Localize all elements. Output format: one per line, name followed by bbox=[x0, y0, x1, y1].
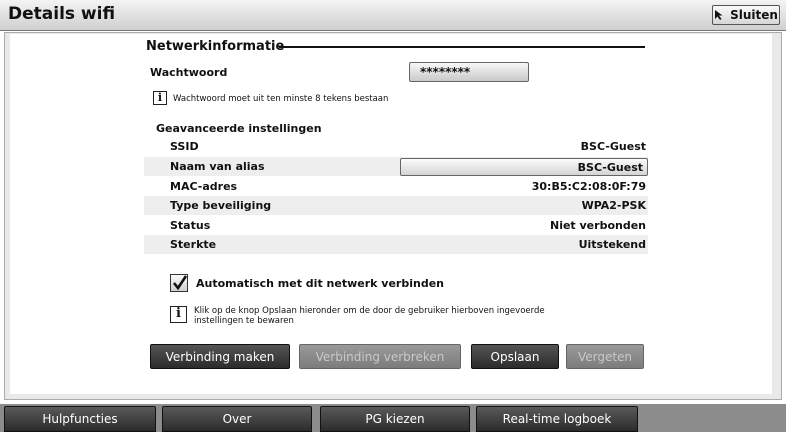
row-key: MAC-adres bbox=[170, 180, 238, 193]
save-note-line: instellingen te bewaren bbox=[194, 316, 294, 326]
row-key: SSID bbox=[170, 140, 199, 153]
save-note-line: Klik op de knop Opslaan hieronder om de … bbox=[194, 306, 545, 316]
tab-realtime-log[interactable]: Real-time logboek bbox=[476, 406, 638, 432]
row-value: Uitstekend bbox=[578, 238, 646, 251]
title-bar: Details wifi Sluiten bbox=[0, 0, 786, 31]
info-icon: i bbox=[170, 306, 187, 323]
tab-pg-select[interactable]: PG kiezen bbox=[320, 406, 470, 432]
tab-about[interactable]: Over bbox=[162, 406, 312, 432]
password-label: Wachtwoord bbox=[150, 66, 228, 79]
close-button[interactable]: Sluiten bbox=[712, 5, 780, 25]
row-value: Niet verbonden bbox=[549, 219, 646, 232]
auto-connect-checkbox[interactable] bbox=[170, 274, 188, 292]
detail-row-ssid: SSID BSC-Guest bbox=[144, 137, 648, 156]
network-info-heading: Netwerkinformatie bbox=[146, 39, 285, 54]
row-value: 30:B5:C2:08:0F:79 bbox=[531, 180, 646, 193]
disconnect-button[interactable]: Verbinding verbreken bbox=[299, 344, 461, 369]
row-key: Sterkte bbox=[170, 238, 217, 251]
alias-name-field[interactable]: BSC-Guest bbox=[400, 158, 648, 176]
password-field[interactable]: ******** bbox=[409, 62, 529, 82]
close-button-label: Sluiten bbox=[730, 8, 778, 22]
forget-button[interactable]: Vergeten bbox=[566, 344, 644, 369]
info-icon: i bbox=[153, 91, 167, 105]
row-key: Status bbox=[170, 219, 211, 232]
detail-row-status: Status Niet verbonden bbox=[144, 216, 648, 235]
checkmark-icon bbox=[172, 275, 188, 291]
row-value: WPA2-PSK bbox=[581, 199, 646, 212]
detail-row-strength: Sterkte Uitstekend bbox=[144, 235, 648, 254]
save-note: Klik op de knop Opslaan hieronder om de … bbox=[194, 306, 545, 326]
row-key: Naam van alias bbox=[170, 160, 265, 173]
cursor-arrow-icon bbox=[715, 10, 723, 20]
heading-divider bbox=[279, 46, 645, 48]
password-note: Wachtwoord moet uit ten minste 8 tekens … bbox=[173, 94, 389, 104]
save-button[interactable]: Opslaan bbox=[471, 344, 559, 369]
advanced-heading: Geavanceerde instellingen bbox=[156, 122, 322, 135]
window-title: Details wifi bbox=[8, 4, 116, 24]
connect-button[interactable]: Verbinding maken bbox=[150, 344, 290, 369]
row-value: BSC-Guest bbox=[580, 140, 646, 153]
auto-connect-label: Automatisch met dit netwerk verbinden bbox=[196, 277, 444, 290]
tab-help[interactable]: Hulpfuncties bbox=[4, 406, 156, 432]
detail-row-security: Type beveiliging WPA2-PSK bbox=[144, 196, 648, 215]
detail-row-mac: MAC-adres 30:B5:C2:08:0F:79 bbox=[144, 177, 648, 196]
row-key: Type beveiliging bbox=[170, 199, 272, 212]
